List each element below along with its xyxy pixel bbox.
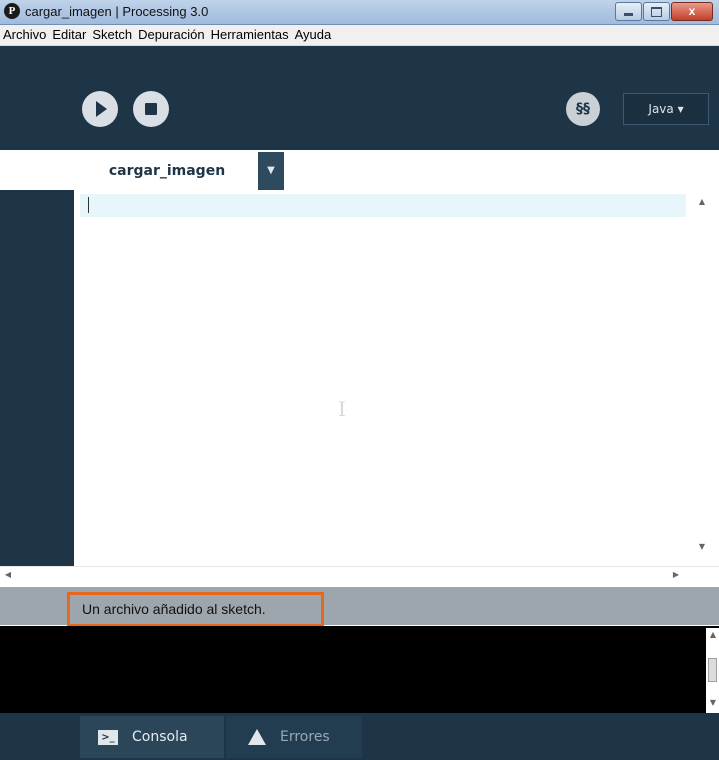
processing-logo-icon: P <box>4 3 20 19</box>
debugger-button[interactable]: §§ <box>566 92 600 126</box>
warning-icon <box>248 729 266 745</box>
console-icon: >_ <box>98 729 118 745</box>
mode-selector[interactable]: Java ▾ <box>623 93 709 125</box>
stop-icon <box>145 103 157 115</box>
tab-errores[interactable]: Errores <box>226 716 362 758</box>
window-title: cargar_imagen | Processing 3.0 <box>25 4 209 19</box>
tab-menu-button[interactable]: ▼ <box>258 152 284 190</box>
minimize-icon <box>624 13 633 16</box>
line-gutter <box>0 190 80 566</box>
run-icon <box>96 101 107 117</box>
title-bar: P cargar_imagen | Processing 3.0 x <box>0 0 719 25</box>
stop-button[interactable] <box>133 91 169 127</box>
menu-bar: Archivo Editar Sketch Depuración Herrami… <box>0 25 719 46</box>
tab-cargar-imagen[interactable]: cargar_imagen <box>80 152 254 190</box>
menu-depuracion[interactable]: Depuración <box>135 25 208 45</box>
maximize-icon <box>651 7 662 17</box>
scroll-left-arrow-icon[interactable]: ◀ <box>2 570 14 579</box>
editor-vertical-scrollbar[interactable]: ▲ ▼ <box>686 190 719 566</box>
scroll-right-arrow-icon[interactable]: ▶ <box>670 570 682 579</box>
code-editor[interactable]: 12345678910111213141516 I ▲ ▼ <box>0 190 719 566</box>
run-button[interactable] <box>82 91 118 127</box>
menu-sketch[interactable]: Sketch <box>89 25 135 45</box>
tab-consola[interactable]: >_ Consola <box>80 716 224 758</box>
current-line-highlight <box>80 194 686 217</box>
menu-editar[interactable]: Editar <box>49 25 89 45</box>
minimize-button[interactable] <box>615 2 642 21</box>
tab-errores-label: Errores <box>280 729 330 745</box>
console-scroll-down-icon[interactable]: ▼ <box>707 698 719 707</box>
close-icon: x <box>688 4 696 18</box>
console-output[interactable] <box>0 626 719 713</box>
window-controls: x <box>614 2 713 21</box>
mouse-ibeam-icon: I <box>338 397 346 421</box>
scroll-up-arrow-icon[interactable]: ▲ <box>696 197 708 206</box>
toolbar: §§ Java ▾ <box>0 46 719 150</box>
debugger-icon: §§ <box>576 101 590 117</box>
console-scroll-thumb[interactable] <box>708 658 717 682</box>
close-button[interactable]: x <box>671 2 713 21</box>
status-message: Un archivo añadido al sketch. <box>67 592 324 627</box>
menu-archivo[interactable]: Archivo <box>0 25 49 45</box>
maximize-button[interactable] <box>643 2 670 21</box>
editor-horizontal-scrollbar[interactable]: ◀ ▶ <box>0 566 719 587</box>
menu-herramientas[interactable]: Herramientas <box>208 25 292 45</box>
tab-consola-label: Consola <box>132 729 188 745</box>
menu-ayuda[interactable]: Ayuda <box>292 25 335 45</box>
scroll-down-arrow-icon[interactable]: ▼ <box>696 542 708 551</box>
text-cursor <box>88 197 89 213</box>
console-scroll-up-icon[interactable]: ▲ <box>707 630 719 639</box>
